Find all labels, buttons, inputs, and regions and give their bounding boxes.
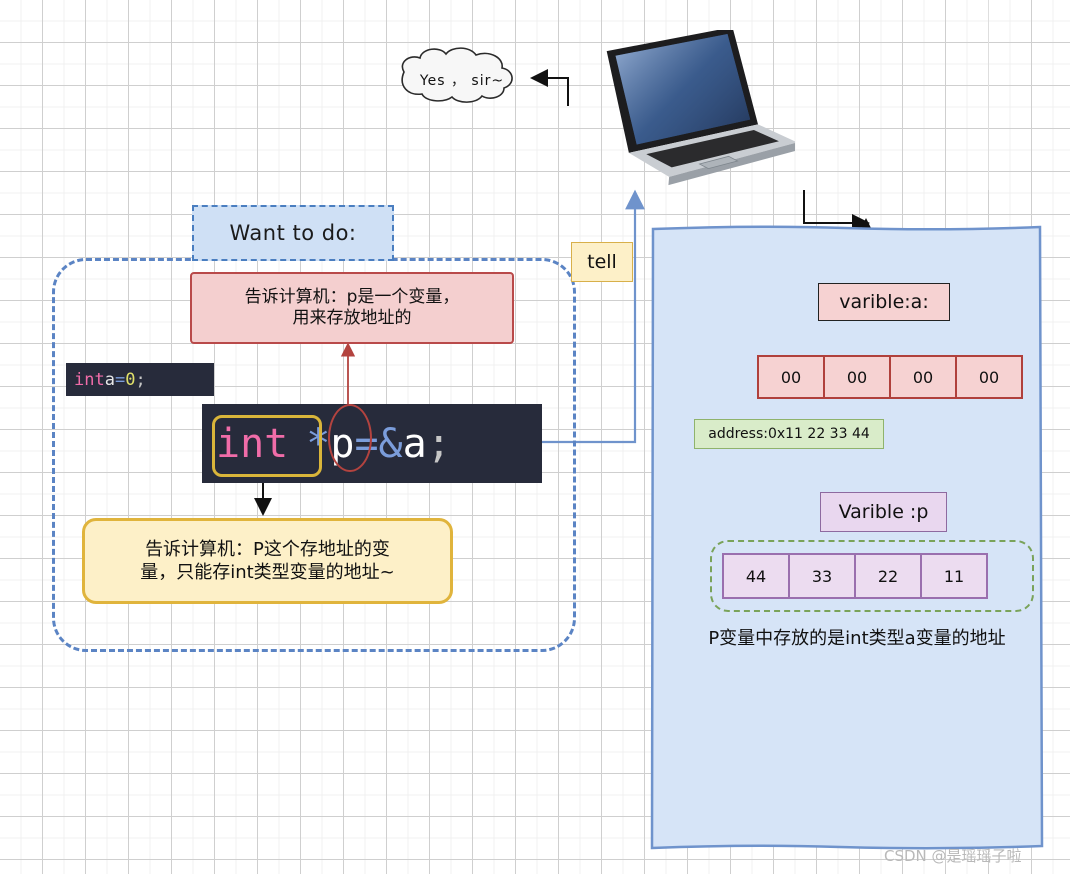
code-semicolon: ; <box>135 369 146 390</box>
watermark: CSDN @是瑶瑶子啦 <box>884 847 1022 865</box>
int-keyword-highlight <box>212 415 322 477</box>
speech-bubble: Yes ， sir~ <box>392 58 532 102</box>
pink-note-line1: 告诉计算机：p是一个变量， <box>244 287 460 308</box>
code-big-semicolon: ; <box>426 420 451 467</box>
variable-p-memory-cells: 44 33 22 11 <box>722 553 988 599</box>
pink-note-box: 告诉计算机：p是一个变量， 用来存放地址的 <box>190 272 514 344</box>
memory-cell: 33 <box>789 553 855 599</box>
memory-cell: 00 <box>956 355 1023 399</box>
pink-note-line2: 用来存放地址的 <box>292 308 412 328</box>
code-ident-a: a <box>104 369 115 390</box>
code-op-assign: = <box>114 369 126 390</box>
code-keyword-int: int <box>74 369 105 390</box>
memory-cell: 00 <box>757 355 824 399</box>
memory-cell: 44 <box>722 553 789 599</box>
variable-a-label: varible:a: <box>818 283 950 321</box>
yellow-note-box: 告诉计算机：P这个存地址的变 量，只能存int类型变量的地址~ <box>82 518 453 604</box>
memory-cell: 22 <box>855 553 921 599</box>
speech-bubble-text: Yes ， sir~ <box>419 73 505 89</box>
variable-a-text: varible:a: <box>839 291 929 313</box>
address-label-box: address:0x11 22 33 44 <box>694 419 884 449</box>
address-label-text: address:0x11 22 33 44 <box>708 426 870 442</box>
want-to-do-box: Want to do: <box>192 205 394 261</box>
laptop-to-cloud-arrow <box>530 69 569 106</box>
code-number-zero: 0 <box>125 369 136 390</box>
memory-cell: 11 <box>921 553 988 599</box>
variable-p-label: Varible :p <box>820 492 947 532</box>
laptop-illustration <box>606 30 795 186</box>
yellow-note-line2: 量，只能存int类型变量的地址~ <box>140 562 395 583</box>
memory-cell: 00 <box>824 355 890 399</box>
variable-p-text: Varible :p <box>838 501 929 523</box>
code-snippet-declaration: int a = 0; <box>66 363 214 396</box>
panel-caption: P变量中存放的是int类型a变量的地址 <box>708 628 1006 649</box>
want-to-do-label: Want to do: <box>229 221 357 245</box>
yellow-note-line1: 告诉计算机：P这个存地址的变 <box>145 538 390 560</box>
memory-cell: 00 <box>890 355 956 399</box>
tell-label: tell <box>587 251 617 273</box>
variable-a-memory-cells: 00 00 00 00 <box>757 355 1023 399</box>
tell-label-box: tell <box>571 242 633 282</box>
code-big-ident-a: a <box>402 420 427 467</box>
asterisk-circle <box>328 404 372 472</box>
faint-vertical-guide <box>988 0 989 190</box>
